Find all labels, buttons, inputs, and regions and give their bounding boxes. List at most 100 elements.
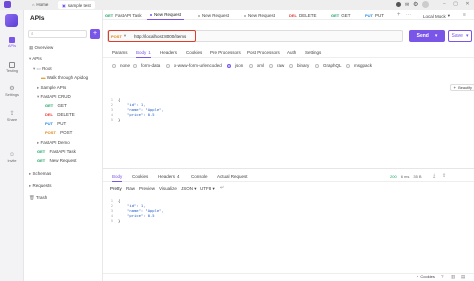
- format-raw[interactable]: Raw: [126, 186, 135, 191]
- tab-headers[interactable]: Headers: [160, 50, 177, 55]
- search-icon: ⌕: [31, 31, 34, 36]
- format-pretty[interactable]: Pretty: [110, 186, 122, 191]
- radio-binary[interactable]: binary: [289, 63, 309, 68]
- list-item[interactable]: DEL DELETE: [45, 112, 75, 117]
- method-select[interactable]: POST ▾: [111, 33, 126, 39]
- list-item[interactable]: GET GET: [45, 103, 67, 108]
- list-item[interactable]: PUT PUT: [45, 121, 66, 126]
- window-controls: − ▢ ✕: [443, 1, 473, 7]
- add-tab-icon[interactable]: +: [397, 12, 401, 18]
- response-tab-body[interactable]: Body: [112, 171, 123, 182]
- radio-xml[interactable]: xml: [249, 63, 264, 68]
- fastapi-crud-folder[interactable]: ▾ FastAPI CRUD: [37, 94, 71, 100]
- cookies-button[interactable]: ◔ Cookies: [416, 274, 435, 279]
- share-icon: ⇪: [9, 111, 15, 117]
- tab-auth[interactable]: Auth: [287, 50, 296, 55]
- help-icon[interactable]: ?: [441, 274, 444, 279]
- request-tab[interactable]: New Request: [198, 13, 229, 18]
- title-bar: ⌂ Home ▣ sample test ✉ ⚙ − ▢ ✕: [0, 0, 474, 10]
- radio-none[interactable]: none: [112, 63, 130, 68]
- overview-item[interactable]: ▦ Overview: [29, 45, 53, 51]
- request-tabs: GET FastAPI Task New Request New Request…: [103, 10, 474, 20]
- nav-testing[interactable]: Testing: [3, 62, 21, 73]
- url-input[interactable]: [134, 32, 194, 40]
- more-icon[interactable]: ⋯: [406, 12, 411, 18]
- list-item[interactable]: GET FastAPI Task: [37, 149, 76, 154]
- tab-cookies[interactable]: Cookies: [186, 50, 202, 55]
- response-tab-actual-request[interactable]: Actual Request: [217, 174, 248, 179]
- format-visualize[interactable]: Visualize: [159, 186, 177, 191]
- request-tab[interactable]: PUT PUT: [365, 13, 384, 18]
- radio-form-data[interactable]: form-data: [133, 63, 160, 68]
- app-icon[interactable]: [5, 14, 18, 27]
- radio-graphql[interactable]: GraphQL: [315, 63, 342, 68]
- send-button[interactable]: Send ▾: [409, 30, 445, 42]
- api-icon: [9, 37, 15, 43]
- format-encoding-select[interactable]: UTF8 ▾: [200, 186, 215, 192]
- tab-sample-test[interactable]: ▣ sample test: [58, 1, 95, 9]
- request-tab[interactable]: GET GET: [331, 13, 351, 18]
- tab-params[interactable]: Params: [112, 50, 128, 55]
- request-tab-active[interactable]: New Request: [147, 10, 185, 20]
- tab-body[interactable]: Body 1: [136, 48, 151, 58]
- layout-icon[interactable]: ▥: [451, 274, 455, 280]
- env-settings-icon[interactable]: ≡: [463, 12, 466, 18]
- response-tab-cookies[interactable]: Cookies: [132, 174, 148, 179]
- tab-home[interactable]: ⌂ Home: [32, 2, 48, 7]
- settings-icon: ⚙: [9, 86, 15, 92]
- radio-raw[interactable]: raw: [269, 63, 284, 68]
- nav-share[interactable]: ⇪ Share: [3, 111, 21, 122]
- request-tab[interactable]: DEL DELETE: [289, 13, 317, 18]
- radio-icon: [269, 63, 273, 68]
- radio-urlencoded[interactable]: x-www-form-urlencoded: [166, 63, 222, 68]
- request-body-editor[interactable]: ✦ Beautify 1{ 2 "id": 1, 3 "name": "Appl…: [107, 84, 474, 134]
- beautify-button[interactable]: ✦ Beautify: [450, 84, 474, 91]
- download-icon[interactable]: ⤓: [433, 173, 435, 179]
- nav-invite[interactable]: ☺ Invite: [3, 152, 21, 163]
- radio-json[interactable]: json: [227, 63, 243, 68]
- response-tab-console[interactable]: Console: [191, 174, 208, 179]
- schemas-item[interactable]: ▸ Schemas: [29, 171, 51, 177]
- split-icon[interactable]: ▤: [461, 274, 465, 280]
- gear-icon[interactable]: ⚙: [413, 1, 418, 8]
- list-item[interactable]: GET New Request: [37, 158, 77, 163]
- fastapi-demo-folder[interactable]: ▸ FastAPI Demo: [37, 140, 70, 146]
- save-button[interactable]: Save ▾: [448, 30, 472, 42]
- radio-msgpack[interactable]: msgpack: [346, 63, 372, 68]
- trash-item[interactable]: 🗑 Trash: [29, 195, 47, 201]
- share-icon[interactable]: ⇪: [442, 173, 446, 179]
- avatar[interactable]: [422, 1, 429, 8]
- trash-icon: 🗑: [29, 195, 35, 200]
- format-json-select[interactable]: JSON ▾: [181, 186, 197, 192]
- mail-icon[interactable]: ✉: [405, 2, 409, 8]
- dot-icon: [198, 14, 200, 17]
- add-button[interactable]: +: [90, 29, 100, 39]
- tab-settings[interactable]: Settings: [305, 50, 321, 55]
- chevron-down-icon: ▾: [33, 66, 36, 71]
- tab-post-processors[interactable]: Post Processors: [247, 50, 280, 55]
- folder-icon: ▬: [41, 75, 46, 80]
- chevron-down-icon: ▾: [37, 94, 40, 99]
- wrap-icon[interactable]: ↵: [220, 185, 224, 191]
- home-icon: ⌂: [32, 2, 35, 7]
- root-folder[interactable]: ▾ ▭ Root: [33, 66, 52, 72]
- format-preview[interactable]: Preview: [139, 186, 155, 191]
- walkthrough-item[interactable]: ▬ Walk through Apidog: [41, 75, 88, 80]
- invite-icon: ☺: [8, 152, 16, 158]
- panel-divider[interactable]: [103, 168, 474, 169]
- apis-group[interactable]: ▾ APIs: [29, 56, 42, 62]
- tab-pre-processors[interactable]: Pre Processors: [210, 50, 241, 55]
- request-tab[interactable]: GET FastAPI Task: [105, 13, 142, 18]
- github-icon[interactable]: [396, 2, 401, 7]
- main-panel: GET FastAPI Task New Request New Request…: [103, 10, 474, 281]
- list-item[interactable]: POST POST: [45, 130, 72, 135]
- request-tab[interactable]: New Request: [244, 13, 275, 18]
- nav-apis[interactable]: APIs: [3, 37, 21, 48]
- search-input[interactable]: ⌕: [28, 30, 87, 38]
- requests-item[interactable]: ▸ Requests: [29, 183, 52, 189]
- sample-apis-folder[interactable]: ▸ Sample APIs: [37, 85, 66, 91]
- environment-select[interactable]: Local Mock ▾: [423, 13, 450, 19]
- project-icon: ▣: [62, 2, 66, 8]
- response-tab-headers[interactable]: Headers 4: [158, 174, 180, 179]
- nav-settings[interactable]: ⚙ Settings: [3, 86, 21, 97]
